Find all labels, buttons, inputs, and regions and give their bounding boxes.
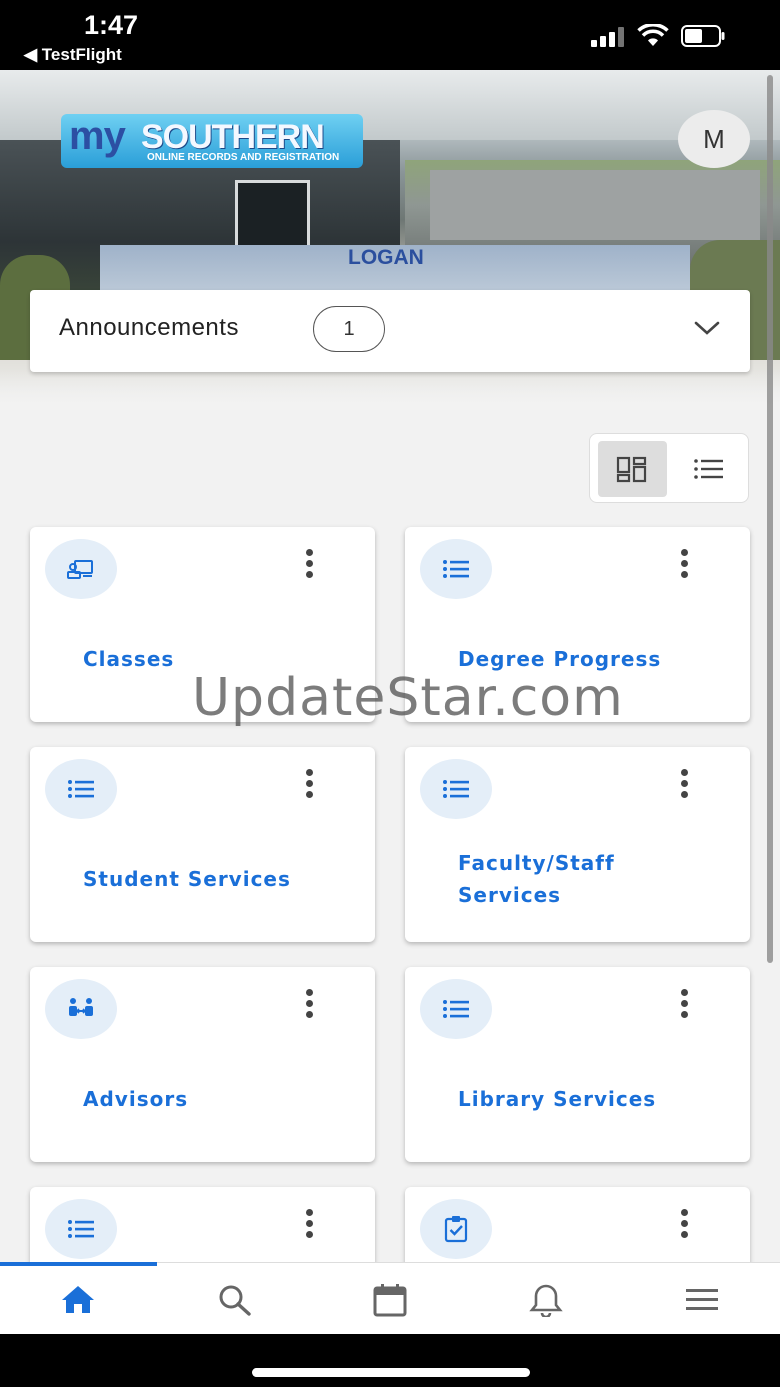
campus-name: LOGAN (348, 246, 424, 269)
battery-icon (681, 25, 725, 47)
announcements-count-badge: 1 (313, 306, 385, 352)
card-menu-icon[interactable] (671, 539, 699, 589)
card-title: Library Services (458, 1087, 657, 1111)
cellular-signal-icon (591, 27, 627, 47)
card-menu-icon[interactable] (671, 1199, 699, 1249)
nav-calendar[interactable] (312, 1263, 468, 1335)
user-avatar[interactable]: M (678, 110, 750, 168)
card-menu-icon[interactable] (296, 979, 324, 1029)
status-bar: 1:47 ◀ TestFlight (0, 0, 780, 70)
card-library-services[interactable]: Library Services (405, 967, 750, 1162)
list-icon (45, 1199, 117, 1259)
scrollbar[interactable] (767, 75, 773, 963)
wifi-icon (637, 24, 669, 46)
card-faculty-staff-services[interactable]: Faculty/Staff Services (405, 747, 750, 942)
home-indicator-area (0, 1334, 780, 1387)
card-partial-left[interactable] (30, 1187, 375, 1262)
card-menu-icon[interactable] (671, 979, 699, 1029)
card-menu-icon[interactable] (671, 759, 699, 809)
card-menu-icon[interactable] (296, 1199, 324, 1249)
card-title: Student Services (83, 867, 291, 891)
card-partial-right[interactable] (405, 1187, 750, 1262)
bell-icon (529, 1284, 563, 1317)
advisors-icon (45, 979, 117, 1039)
list-icon (420, 979, 492, 1039)
home-indicator[interactable] (252, 1368, 530, 1377)
nav-home[interactable] (0, 1263, 156, 1335)
card-student-services[interactable]: Student Services (30, 747, 375, 942)
mysouthern-logo: my SOUTHERN ONLINE RECORDS AND REGISTRAT… (61, 114, 363, 168)
announcements-label: Announcements (59, 314, 239, 341)
view-toggle (589, 433, 749, 503)
nav-notifications[interactable] (468, 1263, 624, 1335)
list-icon (420, 759, 492, 819)
grid-view-button[interactable] (598, 441, 667, 497)
home-icon (62, 1286, 94, 1313)
nav-menu[interactable] (624, 1263, 780, 1335)
nav-search[interactable] (156, 1263, 312, 1335)
list-icon (420, 539, 492, 599)
watermark: UpdateStar.com (192, 668, 624, 728)
card-title: Faculty/Staff Services (458, 851, 615, 907)
search-icon (219, 1285, 251, 1316)
card-advisors[interactable]: Advisors (30, 967, 375, 1162)
announcements-panel[interactable]: Announcements 1 (30, 290, 750, 372)
hamburger-icon (686, 1289, 718, 1310)
clipboard-check-icon (420, 1199, 492, 1259)
card-menu-icon[interactable] (296, 539, 324, 589)
grid-view-icon (616, 456, 647, 483)
dashboard-content: Classes Degree Progress Student Services (0, 410, 780, 1262)
list-view-button[interactable] (678, 441, 742, 497)
list-view-icon (694, 459, 723, 479)
calendar-icon (373, 1284, 407, 1317)
classroom-icon (45, 539, 117, 599)
back-to-app-link[interactable]: ◀ TestFlight (24, 45, 122, 65)
card-title: Advisors (83, 1087, 189, 1111)
chevron-down-icon[interactable] (693, 318, 721, 338)
bottom-navigation (0, 1262, 780, 1334)
list-icon (45, 759, 117, 819)
card-menu-icon[interactable] (296, 759, 324, 809)
status-time: 1:47 (84, 10, 139, 40)
